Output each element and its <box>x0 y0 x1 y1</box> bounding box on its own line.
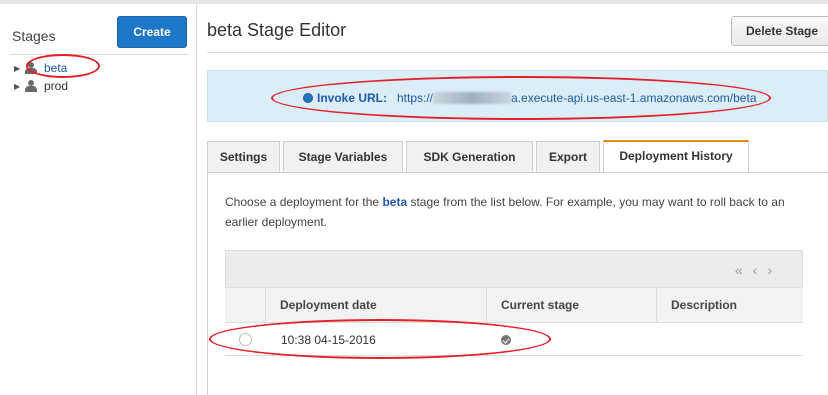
stage-icon <box>24 62 40 74</box>
page-title: beta Stage Editor <box>207 20 347 40</box>
pagination: «‹› <box>735 262 782 278</box>
table-row[interactable]: 10:38 04-15-2016 <box>225 324 803 356</box>
caret-right-icon[interactable]: ▶ <box>14 64 24 73</box>
tab-sdk-generation[interactable]: SDK Generation <box>406 141 533 172</box>
invoke-url-label: Invoke URL: <box>317 91 388 105</box>
stage-label-beta[interactable]: beta <box>44 61 67 75</box>
column-description[interactable]: Description <box>656 288 803 323</box>
prev-page-icon[interactable]: ‹ <box>753 262 768 278</box>
tab-stage-variables[interactable]: Stage Variables <box>283 141 403 172</box>
create-stage-button[interactable]: Create <box>117 16 187 48</box>
stage-tree-item-beta[interactable]: ▶ beta <box>14 60 67 76</box>
column-current-stage[interactable]: Current stage <box>486 288 656 323</box>
deployment-description: Choose a deployment for the beta stage f… <box>225 192 805 232</box>
check-circle-icon <box>501 335 511 345</box>
tab-export[interactable]: Export <box>536 141 600 172</box>
table-pager-bar: «‹› <box>225 250 803 288</box>
invoke-url-panel: Invoke URL: https:// a.execute-api.us-eas… <box>207 70 828 122</box>
header-divider <box>207 52 828 53</box>
invoke-url-link[interactable]: https:// a.execute-api.us-east-1.amazonaw… <box>397 91 757 105</box>
delete-stage-button[interactable]: Delete Stage <box>731 16 828 46</box>
column-deployment-date[interactable]: Deployment date <box>265 288 486 323</box>
stage-icon <box>24 80 40 92</box>
info-dot-icon <box>303 93 313 103</box>
stage-tree-item-prod[interactable]: ▶ prod <box>14 78 68 94</box>
table-header: Deployment date Current stage Descriptio… <box>225 288 803 323</box>
tab-deployment-history[interactable]: Deployment History <box>603 140 749 172</box>
first-page-icon[interactable]: « <box>735 262 753 278</box>
caret-right-icon[interactable]: ▶ <box>14 82 24 91</box>
invoke-url-prefix[interactable]: https:// <box>397 91 433 105</box>
description-text: Choose a deployment for the <box>225 195 383 209</box>
next-page-icon[interactable]: › <box>767 262 782 278</box>
tab-settings[interactable]: Settings <box>207 141 280 172</box>
stage-label-prod[interactable]: prod <box>44 79 68 93</box>
stages-title: Stages <box>12 28 56 44</box>
stages-sidebar: Stages Create ▶ beta ▶ prod <box>0 4 197 395</box>
description-stage-name: beta <box>382 195 408 209</box>
deployment-radio[interactable] <box>239 333 252 346</box>
invoke-url-suffix[interactable]: a.execute-api.us-east-1.amazonaws.com/be… <box>511 91 756 105</box>
sidebar-divider <box>10 54 188 55</box>
deployment-date-cell: 10:38 04-15-2016 <box>281 333 376 347</box>
redacted-blur <box>433 92 512 104</box>
